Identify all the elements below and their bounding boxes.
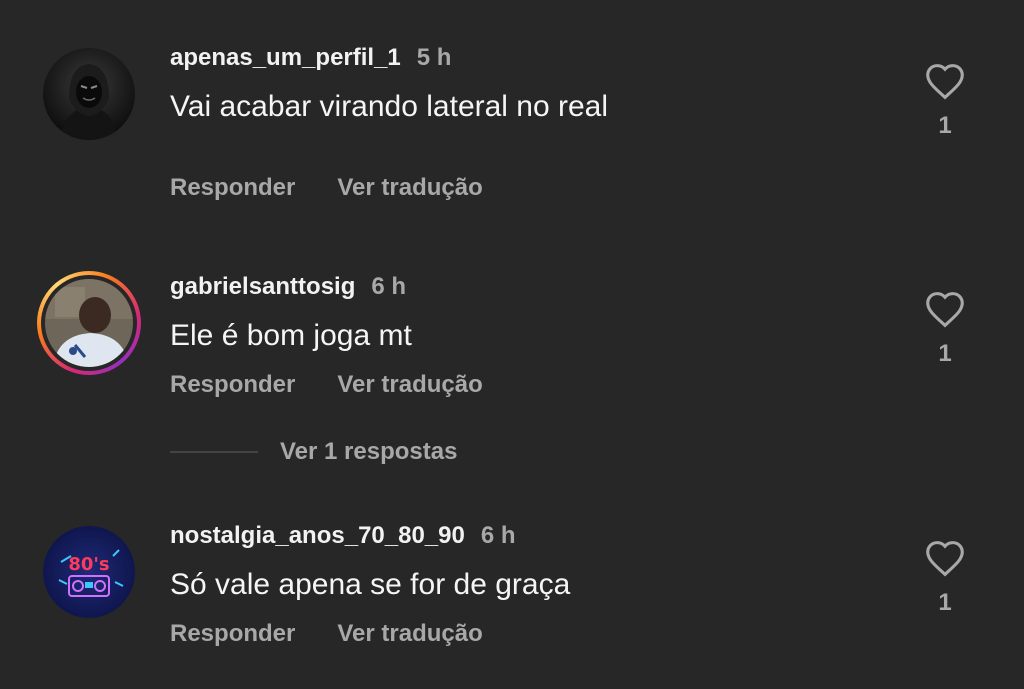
comment-meta: gabrielsanttosig 6 h bbox=[170, 273, 406, 301]
heart-icon bbox=[926, 541, 964, 577]
80s-boombox-avatar-icon: 80's bbox=[43, 526, 135, 618]
like-button[interactable]: 1 bbox=[924, 539, 966, 617]
username[interactable]: apenas_um_perfil_1 bbox=[170, 44, 401, 71]
comment-text: Ele é bom joga mt bbox=[170, 319, 412, 352]
heart-icon bbox=[926, 64, 964, 100]
hooded-figure-avatar-icon bbox=[43, 48, 135, 140]
like-count: 1 bbox=[938, 112, 952, 139]
reply-button[interactable]: Responder bbox=[170, 174, 295, 202]
view-replies-label: Ver 1 respostas bbox=[280, 438, 458, 465]
like-button[interactable]: 1 bbox=[924, 62, 966, 140]
username[interactable]: nostalgia_anos_70_80_90 bbox=[170, 522, 465, 549]
timestamp: 6 h bbox=[371, 273, 407, 300]
like-count: 1 bbox=[938, 340, 952, 367]
username[interactable]: gabrielsanttosig bbox=[170, 273, 355, 300]
comment-text: Só vale apena se for de graça bbox=[170, 568, 571, 601]
like-button[interactable]: 1 bbox=[924, 290, 966, 368]
svg-text:80's: 80's bbox=[68, 554, 109, 575]
comment-actions: Responder Ver tradução bbox=[170, 620, 483, 648]
comment-actions: Responder Ver tradução bbox=[170, 371, 483, 399]
translate-button[interactable]: Ver tradução bbox=[337, 174, 482, 202]
reply-button[interactable]: Responder bbox=[170, 620, 295, 648]
translate-button[interactable]: Ver tradução bbox=[337, 620, 482, 648]
comment-meta: apenas_um_perfil_1 5 h bbox=[170, 44, 451, 72]
avatar[interactable]: 80's bbox=[43, 526, 135, 618]
divider-line bbox=[170, 451, 258, 453]
comment-meta: nostalgia_anos_70_80_90 6 h bbox=[170, 522, 516, 550]
story-ring bbox=[37, 271, 141, 375]
comment-text: Vai acabar virando lateral no real bbox=[170, 90, 609, 123]
person-photo-avatar-icon bbox=[45, 279, 133, 367]
timestamp: 5 h bbox=[416, 44, 452, 71]
reply-button[interactable]: Responder bbox=[170, 371, 295, 399]
comment-actions: Responder Ver tradução bbox=[170, 174, 483, 202]
avatar[interactable] bbox=[43, 48, 135, 140]
translate-button[interactable]: Ver tradução bbox=[337, 371, 482, 399]
avatar[interactable] bbox=[37, 271, 141, 375]
like-count: 1 bbox=[938, 589, 952, 616]
timestamp: 6 h bbox=[480, 522, 516, 549]
heart-icon bbox=[926, 292, 964, 328]
view-replies-button[interactable]: Ver 1 respostas bbox=[170, 434, 457, 470]
